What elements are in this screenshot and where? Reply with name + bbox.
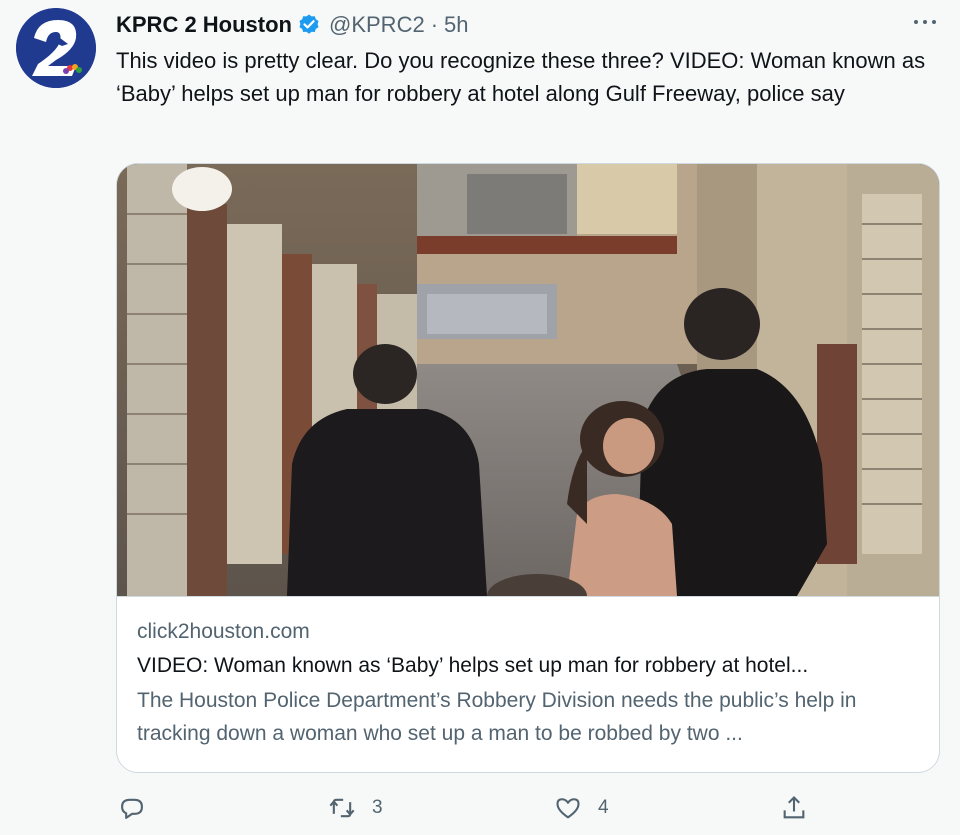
action-bar: 3 4 [116,790,816,830]
like-button[interactable]: 4 [554,790,609,826]
surveillance-photo [117,164,939,596]
verified-badge-icon [297,13,321,37]
card-domain: click2houston.com [137,620,310,643]
like-count: 4 [598,797,609,818]
more-icon[interactable] [910,10,940,34]
card-description: The Houston Police Department’s Robbery … [137,689,857,745]
share-icon [780,794,808,822]
heart-icon [554,794,582,822]
reply-button[interactable] [118,790,146,826]
kprc-logo-icon [16,8,96,88]
author-name[interactable]: KPRC 2 Houston [116,12,292,38]
card-image[interactable] [117,164,939,597]
retweet-icon [328,794,356,822]
author-handle[interactable]: @KPRC2 [329,12,425,38]
reply-icon [118,794,146,822]
link-card[interactable]: click2houston.com VIDEO: Woman known as … [116,163,940,773]
tweet[interactable]: KPRC 2 Houston @KPRC2 · 5h This video is… [0,0,960,835]
card-body: click2houston.com VIDEO: Woman known as … [137,616,921,750]
share-button[interactable] [780,790,808,826]
timestamp[interactable]: 5h [444,12,468,38]
avatar[interactable] [16,8,96,88]
retweet-count: 3 [372,797,383,818]
separator-dot: · [430,12,439,37]
card-title: VIDEO: Woman known as ‘Baby’ helps set u… [137,654,809,677]
tweet-text: This video is pretty clear. Do you recog… [116,48,926,106]
retweet-button[interactable]: 3 [328,790,383,826]
tweet-header: KPRC 2 Houston @KPRC2 · 5h [116,10,940,40]
